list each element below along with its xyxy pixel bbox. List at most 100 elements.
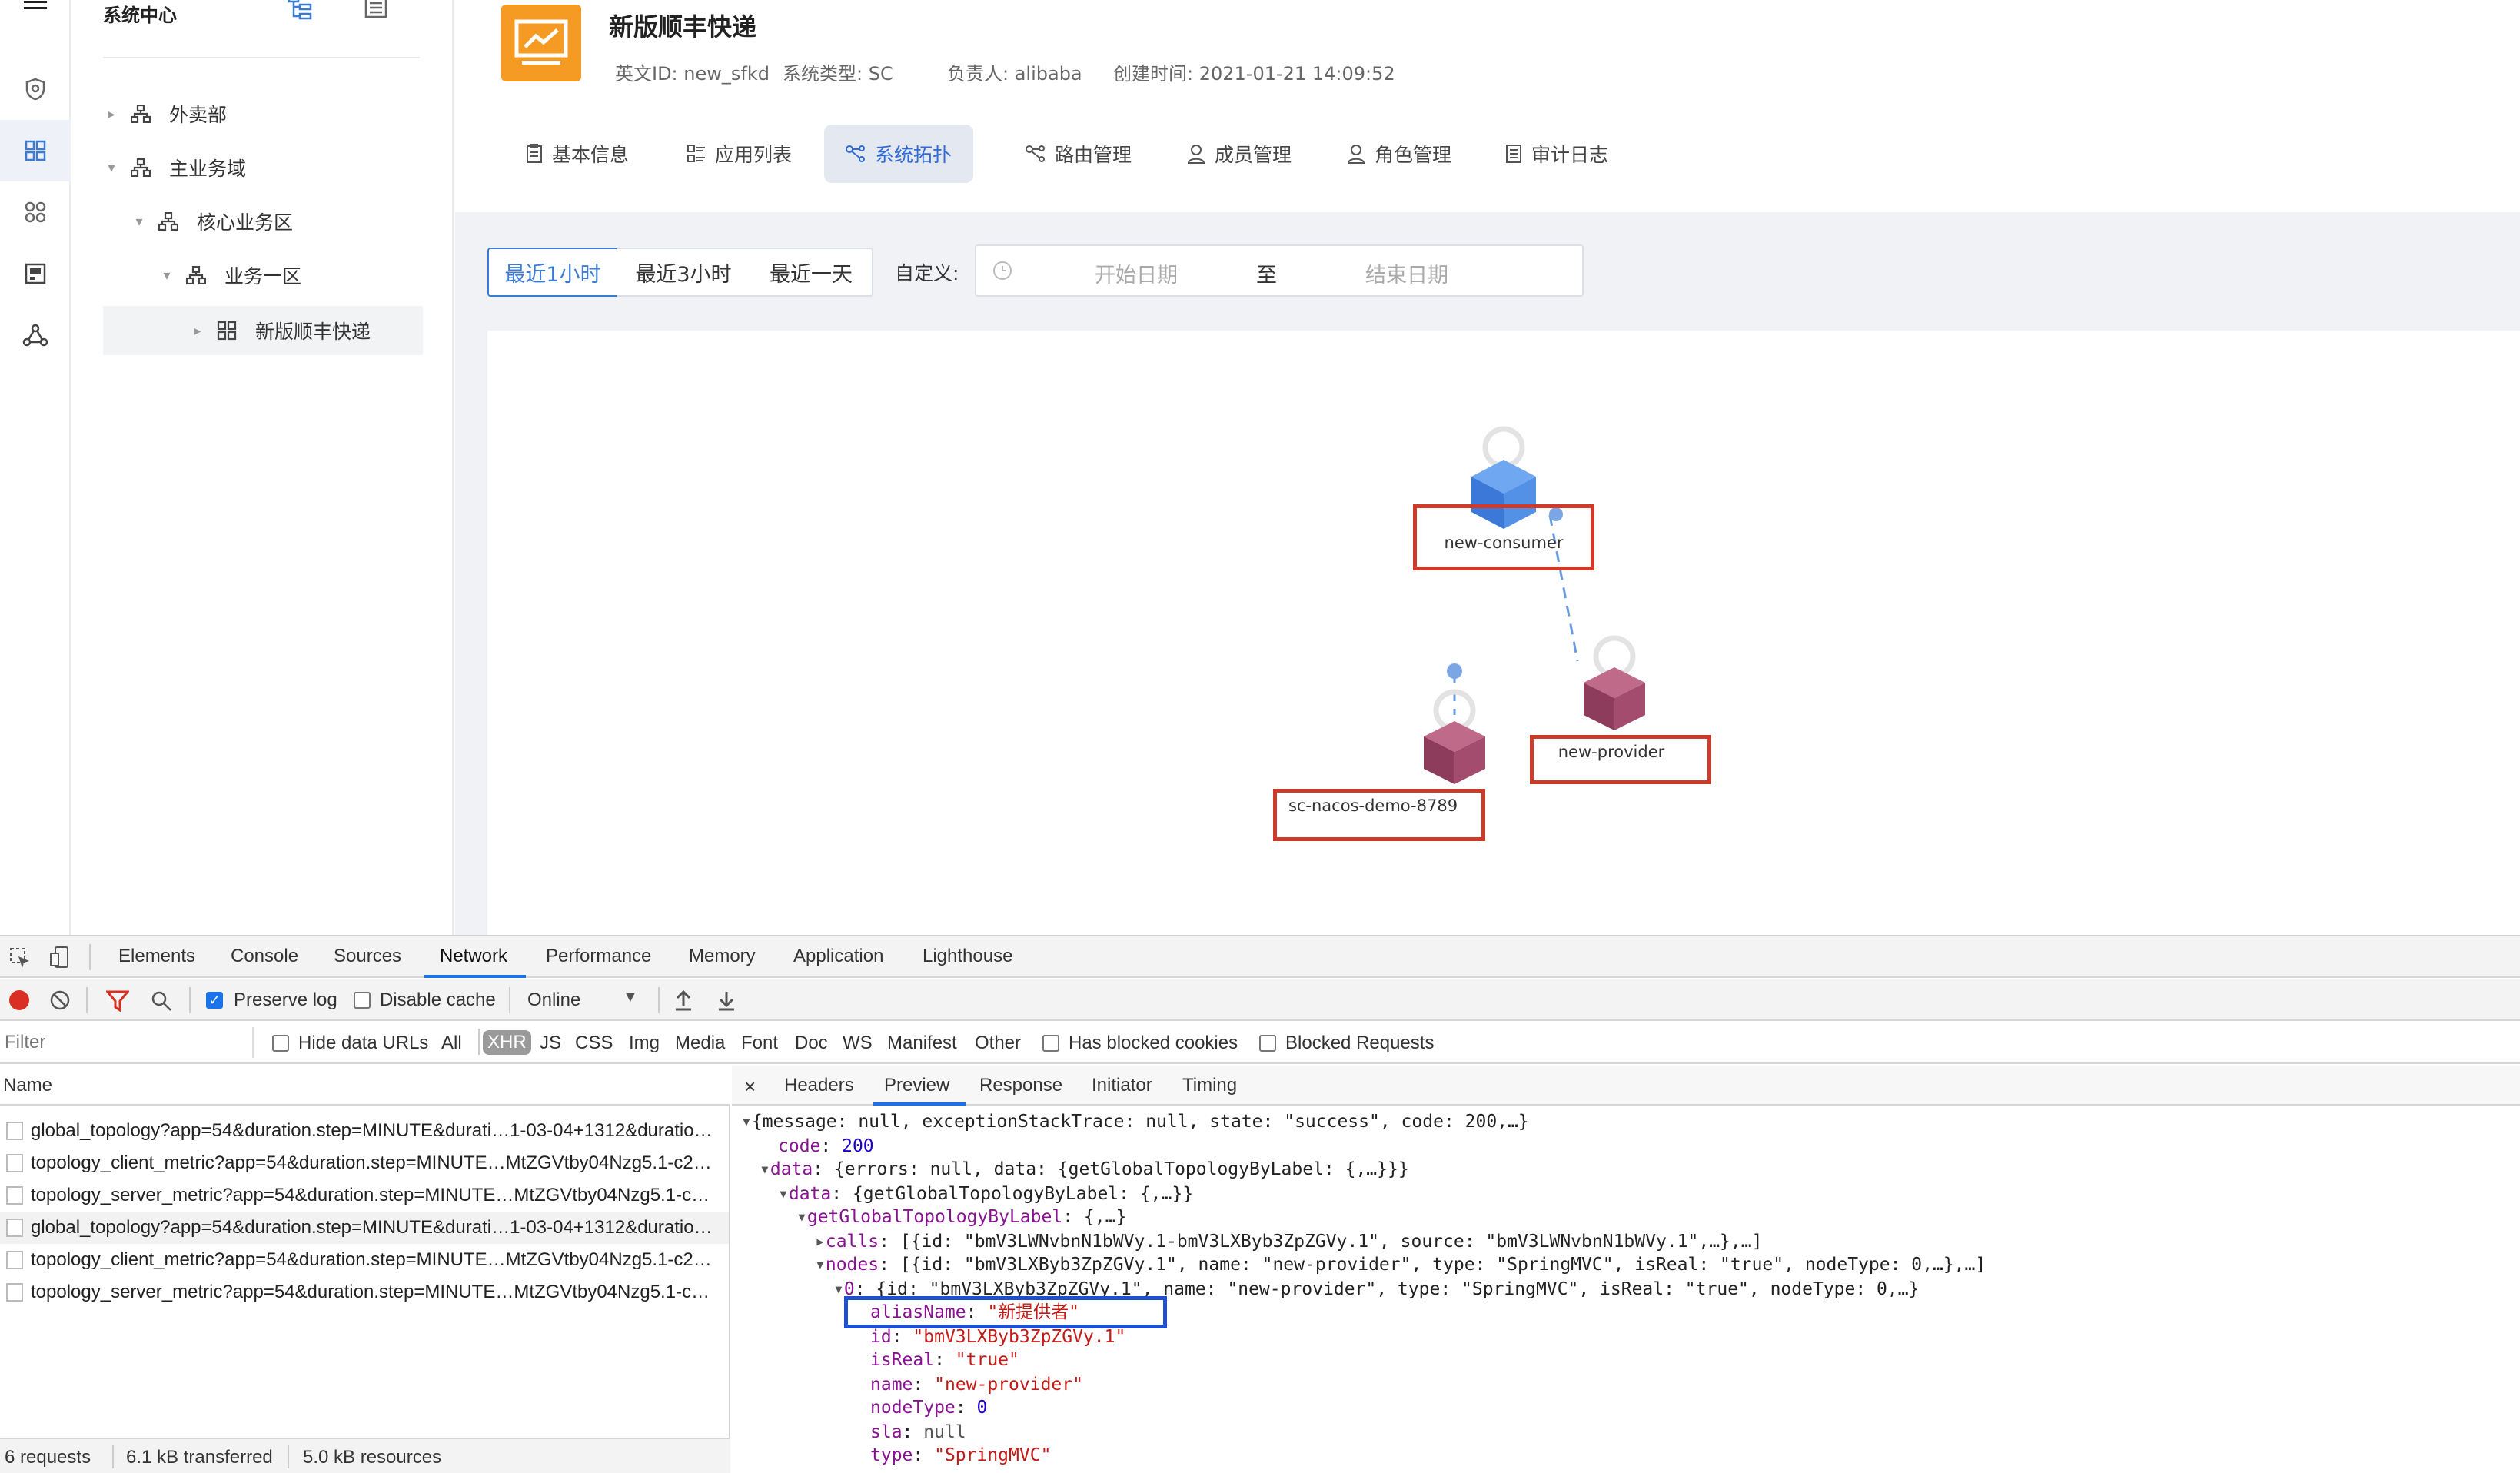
devtools-tab-network[interactable]: Network [440, 946, 507, 967]
caret-right-icon[interactable]: ▸ [189, 323, 206, 339]
topology-canvas[interactable]: new-consumer new-provider sc-nacos-demo-… [487, 331, 2520, 935]
org-hierarchy-icon [131, 158, 151, 177]
request-row[interactable]: topology_client_metric?app=54&duration.s… [0, 1147, 729, 1179]
filter-type-all[interactable]: All [441, 1032, 462, 1054]
inspect-element-icon[interactable] [9, 947, 31, 969]
filter-type-other[interactable]: Other [975, 1032, 1021, 1054]
request-detail-pane: × Headers Preview Response Initiator Tim… [732, 1066, 2520, 1473]
detail-tab-response[interactable]: Response [979, 1075, 1062, 1096]
tab-basic-info[interactable]: 基本信息 [504, 125, 650, 183]
filter-input[interactable] [0, 1027, 254, 1058]
devtools-tab-console[interactable]: Console [231, 946, 298, 967]
filter-type-doc[interactable]: Doc [795, 1032, 828, 1054]
filter-type-manifest[interactable]: Manifest [887, 1032, 957, 1054]
filter-type-ws[interactable]: WS [843, 1032, 873, 1054]
has-blocked-cookies-label: Has blocked cookies [1069, 1032, 1238, 1053]
command-icon[interactable] [0, 181, 71, 243]
request-row[interactable]: global_topology?app=54&duration.step=MIN… [0, 1115, 729, 1147]
range-last-3h-button[interactable]: 最近3小时 [617, 248, 752, 297]
filter-type-font[interactable]: Font [741, 1032, 778, 1054]
blocked-requests-checkbox[interactable] [1259, 1035, 1276, 1052]
caret-down-icon[interactable]: ▾ [158, 268, 175, 284]
json-nodes-line[interactable]: ▾nodes: [{id: "bmV3LXByb3ZpZGVy.1", name… [815, 1253, 1986, 1277]
tree-view-icon[interactable] [288, 0, 314, 20]
hamburger-menu-icon[interactable] [0, 0, 71, 31]
devtools-tab-sources[interactable]: Sources [334, 946, 401, 967]
expand-triangle-icon[interactable]: ▾ [778, 1184, 789, 1204]
request-row[interactable]: topology_server_metric?app=54&duration.s… [0, 1276, 729, 1308]
dashboard-icon[interactable] [0, 243, 71, 304]
devtools-tab-elements[interactable]: Elements [118, 946, 195, 967]
tree-node-waimaibu[interactable]: ▸ 外卖部 [103, 89, 420, 138]
tab-role-management[interactable]: 角色管理 [1325, 125, 1473, 183]
hide-data-urls-checkbox[interactable] [272, 1035, 289, 1052]
tab-member-management[interactable]: 成员管理 [1165, 125, 1313, 183]
tree-node-yewuyiqu[interactable]: ▾ 业务一区 [158, 251, 420, 300]
devtools-tab-application[interactable]: Application [793, 946, 883, 967]
caret-down-icon[interactable]: ▾ [103, 160, 120, 176]
json-calls-line[interactable]: ▸calls: [{id: "bmV3LWNvbnN1bWVy.1-bmV3LX… [815, 1230, 1762, 1254]
caret-right-icon[interactable]: ▸ [103, 106, 120, 122]
json-data-line[interactable]: ▾data: {errors: null, data: {getGlobalTo… [760, 1158, 1409, 1182]
shield-icon[interactable] [0, 58, 71, 120]
expand-triangle-icon[interactable]: ▾ [741, 1112, 752, 1132]
devtools-tab-memory[interactable]: Memory [689, 946, 756, 967]
detail-tab-headers[interactable]: Headers [784, 1075, 854, 1096]
filter-type-js[interactable]: JS [540, 1032, 561, 1054]
import-har-icon[interactable] [673, 989, 693, 1012]
expand-triangle-icon[interactable]: ▾ [833, 1279, 844, 1299]
tab-app-list[interactable]: 应用列表 [666, 125, 813, 183]
divider [658, 987, 660, 1013]
tree-node-label: 核心业务区 [197, 211, 294, 234]
date-range-picker[interactable]: 开始日期 至 结束日期 [975, 244, 1584, 297]
topology-graph[interactable] [487, 331, 2520, 935]
tab-system-topology[interactable]: 系统拓扑 [824, 125, 974, 183]
device-toggle-icon[interactable] [49, 946, 71, 969]
tree-node-xinbanshunfeng[interactable]: ▸ 新版顺丰快递 [103, 306, 423, 355]
filter-type-img[interactable]: Img [629, 1032, 660, 1054]
detail-tab-timing[interactable]: Timing [1182, 1075, 1237, 1096]
caret-down-icon[interactable]: ▾ [131, 214, 148, 230]
json-gg-line[interactable]: ▾getGlobalTopologyByLabel: {,…} [796, 1205, 1126, 1229]
expand-triangle-icon[interactable]: ▾ [815, 1255, 826, 1275]
filter-type-media[interactable]: Media [675, 1032, 725, 1054]
list-view-icon[interactable] [364, 0, 387, 18]
name-column-header[interactable]: Name [3, 1075, 52, 1096]
export-har-icon[interactable] [716, 989, 736, 1012]
search-icon[interactable] [151, 990, 172, 1012]
edge-endpoint-dot [1447, 663, 1462, 679]
filter-type-xhr[interactable]: XHR [483, 1030, 531, 1055]
range-last-day-button[interactable]: 最近一天 [750, 248, 873, 297]
network-triangle-icon[interactable] [0, 304, 71, 366]
json-root-line[interactable]: ▾{message: null, exceptionStackTrace: nu… [741, 1110, 1529, 1134]
tab-route-management[interactable]: 路由管理 [1004, 125, 1153, 183]
tree-node-hexinyewuqu[interactable]: ▾ 核心业务区 [131, 197, 420, 246]
devtools-tab-performance[interactable]: Performance [546, 946, 651, 967]
has-blocked-cookies-checkbox[interactable] [1042, 1035, 1059, 1052]
json-data-inner-line[interactable]: ▾data: {getGlobalTopologyByLabel: {,…}} [778, 1182, 1193, 1206]
request-row-selected[interactable]: global_topology?app=54&duration.step=MIN… [0, 1212, 729, 1244]
clear-icon[interactable] [49, 989, 71, 1011]
expand-triangle-icon[interactable]: ▸ [815, 1232, 826, 1252]
dropdown-caret-icon[interactable]: ▼ [623, 989, 638, 1006]
request-row[interactable]: topology_client_metric?app=54&duration.s… [0, 1244, 729, 1276]
detail-tab-initiator[interactable]: Initiator [1092, 1075, 1152, 1096]
expand-triangle-icon[interactable]: ▾ [796, 1207, 807, 1227]
throttle-select[interactable]: Online [527, 989, 580, 1011]
close-icon[interactable]: × [744, 1075, 756, 1099]
filter-type-css[interactable]: CSS [575, 1032, 613, 1054]
devtools-tab-lighthouse[interactable]: Lighthouse [923, 946, 1012, 967]
preserve-log-checkbox[interactable]: ✓ [206, 992, 223, 1009]
record-icon[interactable] [9, 990, 29, 1010]
request-row[interactable]: topology_server_metric?app=54&duration.s… [0, 1179, 729, 1212]
grid-apps-icon[interactable] [0, 120, 71, 181]
disable-cache-checkbox[interactable] [354, 992, 371, 1009]
tab-audit-log[interactable]: 审计日志 [1484, 125, 1630, 183]
range-last-1h-button[interactable]: 最近1小时 [487, 248, 618, 297]
filter-funnel-icon[interactable] [106, 990, 129, 1012]
expand-triangle-icon[interactable]: ▾ [760, 1159, 770, 1179]
start-date-input[interactable]: 开始日期 [1095, 258, 1178, 288]
end-date-input[interactable]: 结束日期 [1365, 258, 1448, 288]
tree-node-zhuyewuyu[interactable]: ▾ 主业务域 [103, 143, 420, 192]
detail-tab-preview[interactable]: Preview [884, 1075, 949, 1096]
